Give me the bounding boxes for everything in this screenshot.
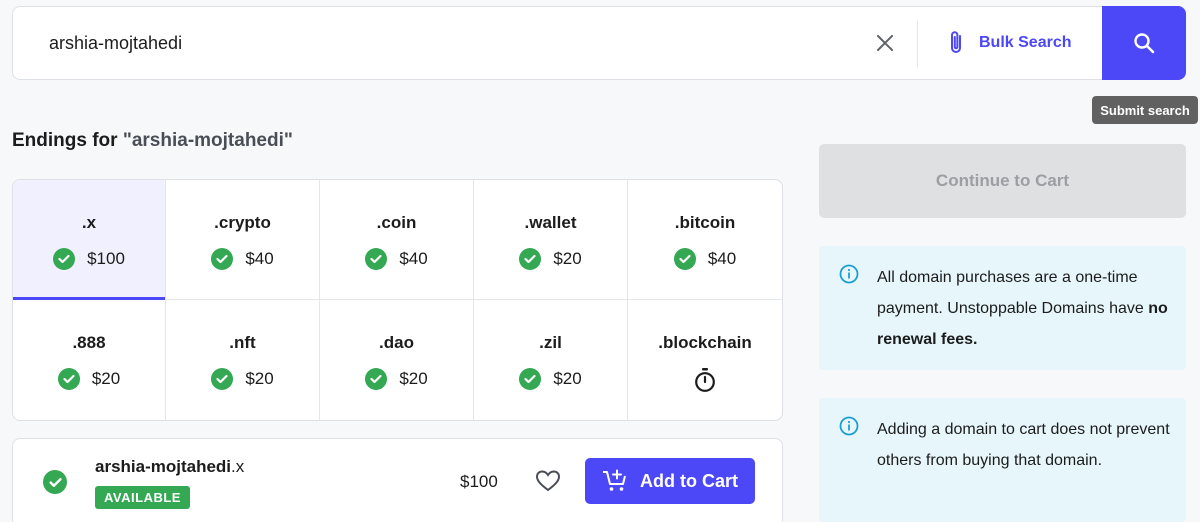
ending-888[interactable]: .888 $20 — [13, 300, 166, 420]
ending-price: $100 — [87, 249, 125, 268]
ending-price: $20 — [553, 249, 582, 268]
result-domain-extension: .x — [231, 457, 245, 476]
add-to-cart-button[interactable]: Add to Cart — [585, 458, 755, 504]
ending-extension: .zil — [539, 333, 562, 352]
ending-price: $20 — [91, 369, 121, 388]
endings-title-prefix: Endings for — [12, 130, 123, 151]
endings-title: Endings for "arshia-mojtahedi" — [12, 130, 293, 152]
ending-extension: .x — [81, 213, 97, 232]
submit-search-tooltip: Submit search — [1092, 96, 1198, 124]
ending-price: $40 — [245, 249, 274, 268]
ending-coin[interactable]: .coin $40 — [320, 180, 474, 300]
submit-search-button[interactable] — [1102, 6, 1186, 80]
ending-extension: .coin — [376, 213, 417, 232]
ending-price: $20 — [399, 369, 428, 388]
result-domain-name: arshia-mojtahedi.x — [95, 457, 244, 477]
cart-info-box: Adding a domain to cart does not prevent… — [819, 398, 1186, 522]
ending-extension: .bitcoin — [674, 213, 736, 232]
ending-dao[interactable]: .dao $20 — [320, 300, 474, 420]
info-icon — [839, 264, 859, 284]
renewal-info-body: All domain purchases are a one-time paym… — [877, 269, 1149, 317]
check-icon — [211, 368, 234, 390]
ending-extension: .nft — [229, 333, 256, 352]
bulk-search-button[interactable]: Bulk Search — [949, 27, 1071, 59]
bulk-search-label: Bulk Search — [979, 34, 1072, 51]
ending-extension: .wallet — [524, 213, 577, 232]
status-badge: AVAILABLE — [95, 486, 190, 509]
heart-icon[interactable] — [535, 469, 561, 493]
result-domain-label: arshia-mojtahedi — [95, 457, 232, 476]
endings-grid: .x $100 .crypto $40 .coin $40 .wallet $2… — [12, 179, 783, 421]
check-icon — [673, 248, 696, 270]
search-input[interactable] — [49, 27, 849, 59]
ending-x[interactable]: .x $100 — [13, 180, 166, 300]
search-bar: Bulk Search — [12, 6, 1186, 80]
endings-title-query: "arshia-mojtahedi" — [122, 130, 293, 151]
domain-result-row: arshia-mojtahedi.x AVAILABLE $100 Add to… — [12, 438, 783, 522]
check-icon — [57, 368, 80, 390]
renewal-info-box: All domain purchases are a one-time paym… — [819, 246, 1186, 370]
cart-plus-icon — [603, 469, 626, 491]
check-icon — [519, 368, 542, 390]
continue-to-cart-button[interactable]: Continue to Cart — [819, 144, 1186, 218]
clear-search-button[interactable] — [871, 29, 899, 57]
ending-extension: .blockchain — [658, 333, 752, 352]
check-icon — [365, 248, 388, 270]
stopwatch-icon — [695, 368, 715, 392]
ending-bitcoin[interactable]: .bitcoin $40 — [628, 180, 782, 300]
check-icon — [211, 248, 234, 270]
search-divider — [917, 21, 918, 67]
cart-info-text: Adding a domain to cart does not prevent… — [877, 421, 1170, 469]
add-to-cart-label: Add to Cart — [640, 470, 738, 491]
check-icon — [365, 368, 388, 390]
ending-extension: .888 — [72, 333, 106, 352]
search-icon — [1134, 33, 1155, 54]
check-icon — [43, 470, 67, 494]
paperclip-icon — [951, 31, 961, 53]
ending-nft[interactable]: .nft $20 — [166, 300, 320, 420]
ending-wallet[interactable]: .wallet $20 — [474, 180, 628, 300]
ending-crypto[interactable]: .crypto $40 — [166, 180, 320, 300]
ending-extension: .crypto — [214, 213, 271, 232]
ending-price: $40 — [707, 249, 737, 268]
domain-search-page: Bulk Search Submit search Endings for "a… — [0, 0, 1200, 522]
check-icon — [53, 248, 76, 270]
check-icon — [519, 248, 542, 270]
info-icon — [839, 416, 859, 436]
ending-price: $20 — [245, 369, 274, 388]
close-icon — [877, 35, 893, 51]
ending-extension: .dao — [379, 333, 414, 352]
result-price: $100 — [460, 472, 498, 491]
ending-price: $20 — [553, 369, 582, 388]
renewal-info-text: All domain purchases are a one-time paym… — [877, 262, 1177, 355]
ending-price: $40 — [399, 249, 428, 268]
ending-zil[interactable]: .zil $20 — [474, 300, 628, 420]
ending-blockchain[interactable]: .blockchain — [628, 300, 782, 420]
